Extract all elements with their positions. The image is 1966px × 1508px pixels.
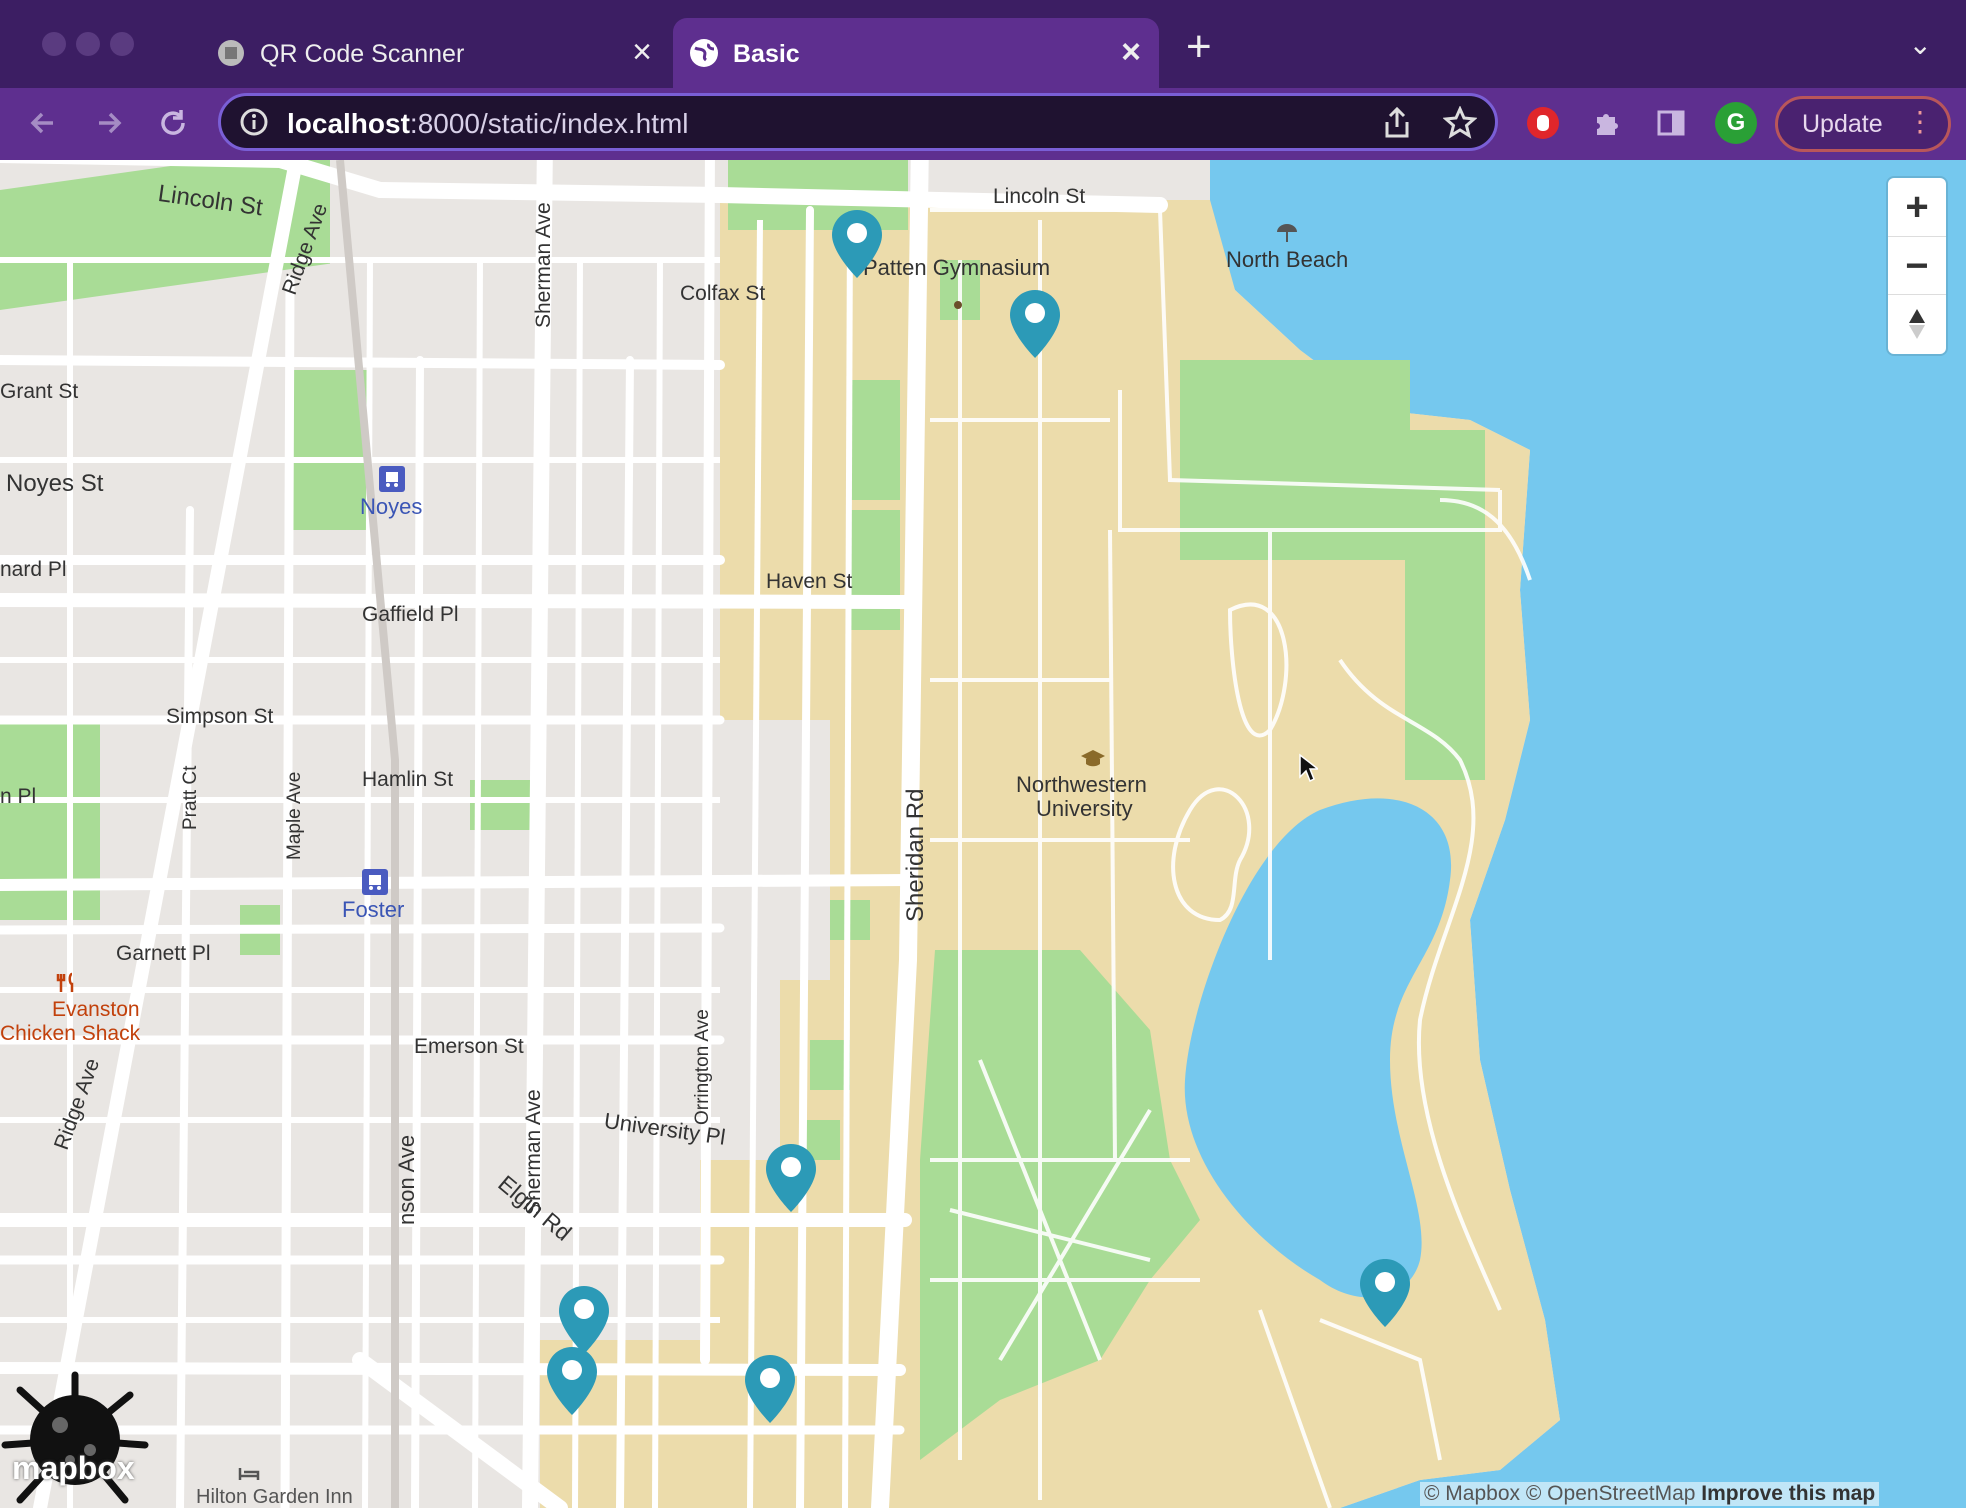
compass-icon (1909, 309, 1925, 339)
mapbox-logo[interactable]: mapbox (12, 1450, 135, 1487)
update-label: Update (1802, 109, 1883, 138)
street-label: Maple Ave (284, 771, 305, 860)
mapbox-logo-text: mapbox (12, 1450, 135, 1486)
street-label: Emerson St (414, 1035, 524, 1058)
url-host: localhost (287, 108, 410, 139)
site-info-icon[interactable] (239, 107, 269, 142)
improve-map-link[interactable]: Improve this map (1701, 1482, 1875, 1505)
page-favicon-icon (216, 38, 246, 68)
map-attribution: © Mapbox © OpenStreetMap Improve this ma… (1420, 1482, 1880, 1506)
restaurant-fork-knife-icon[interactable] (56, 972, 78, 994)
url-path: :8000/static/index.html (409, 108, 689, 139)
street-label: Colfax St (680, 282, 766, 305)
tab-search-chevron-icon[interactable]: ⌄ (1909, 28, 1932, 61)
street-label: Orrington Ave (692, 1009, 713, 1125)
back-arrow-icon[interactable] (20, 100, 66, 146)
adblock-extension-icon[interactable] (1522, 102, 1564, 144)
map-marker-pin[interactable] (1357, 1257, 1413, 1331)
zoom-out-button[interactable]: − (1888, 236, 1946, 295)
address-bar[interactable]: localhost:8000/static/index.html (218, 93, 1498, 151)
compass-reset-north-button[interactable] (1888, 294, 1946, 353)
poi-label-hotel: Hilton Garden Inn (196, 1486, 353, 1508)
street-label: Simpson St (166, 705, 274, 728)
map-marker-pin[interactable] (829, 208, 885, 282)
more-menu-icon[interactable]: ⋮ (1906, 105, 1934, 138)
station-label-noyes: Noyes (360, 494, 423, 519)
tab-qr-code-scanner[interactable]: QR Code Scanner × (200, 18, 670, 88)
close-tab-icon[interactable]: × (632, 33, 652, 72)
browser-toolbar: localhost:8000/static/index.html G Updat… (0, 88, 1966, 160)
mouse-cursor-icon (1299, 753, 1318, 783)
street-label: Gaffield Pl (362, 603, 459, 626)
map-marker-pin[interactable] (1007, 288, 1063, 362)
mapbox-attribution-link[interactable]: © Mapbox (1424, 1482, 1520, 1505)
tab-bar: QR Code Scanner × Basic × + ⌄ (0, 0, 1966, 88)
globe-icon (689, 38, 719, 68)
street-label: Sheridan Rd (902, 788, 929, 922)
bookmark-star-icon[interactable] (1442, 105, 1478, 145)
forward-arrow-icon[interactable] (86, 100, 132, 146)
street-label: Sherman Ave (532, 202, 555, 328)
street-label: Haven St (766, 570, 853, 593)
url-text: localhost:8000/static/index.html (287, 108, 689, 140)
map-marker-pin[interactable] (763, 1142, 819, 1216)
zoom-in-button[interactable]: + (1888, 178, 1946, 236)
osm-attribution-link[interactable]: © OpenStreetMap (1526, 1482, 1696, 1505)
street-label: Grant St (0, 380, 79, 403)
tab-title: QR Code Scanner (260, 40, 465, 68)
gym-poi-dot[interactable] (953, 300, 963, 310)
update-button[interactable]: Update ⋮ (1775, 96, 1951, 152)
window-minimize-dot[interactable] (76, 32, 100, 56)
street-label: Hamlin St (362, 768, 454, 791)
close-tab-icon[interactable]: × (1121, 33, 1141, 72)
place-label-patten-gym: Patten Gymnasium (863, 255, 1051, 280)
street-label: Noyes St (6, 470, 104, 497)
hotel-bed-icon[interactable] (238, 1462, 260, 1484)
street-label: Lincoln St (993, 185, 1086, 208)
train-station-icon[interactable] (377, 464, 407, 494)
share-icon[interactable] (1381, 106, 1413, 145)
street-label: nard Pl (0, 558, 67, 581)
street-label: Pratt Ct (180, 765, 201, 830)
university-cap-icon[interactable] (1080, 748, 1106, 768)
street-label: n Pl (0, 785, 37, 808)
street-label: Garnett Pl (116, 942, 211, 965)
map-navigation-control: + − (1888, 178, 1946, 354)
new-tab-plus-icon[interactable]: + (1186, 22, 1212, 72)
map-canvas[interactable]: Lincoln St Lincoln St Ridge Ave Ridge Av… (0, 160, 1966, 1508)
reload-icon[interactable] (150, 100, 196, 146)
tab-basic[interactable]: Basic × (673, 18, 1159, 88)
street-label: nson Ave (394, 1134, 419, 1225)
map-marker-pin[interactable] (544, 1345, 600, 1419)
profile-avatar[interactable]: G (1715, 102, 1757, 144)
poi-label-restaurant: Chicken Shack (0, 1022, 141, 1045)
puzzle-extensions-icon[interactable] (1586, 102, 1628, 144)
window-maximize-dot[interactable] (110, 32, 134, 56)
place-label-northwestern: Northwestern (1016, 772, 1147, 797)
side-panel-icon[interactable] (1650, 102, 1692, 144)
map-marker-pin[interactable] (742, 1353, 798, 1427)
train-station-icon[interactable] (360, 867, 390, 897)
station-label-foster: Foster (342, 897, 405, 922)
poi-label-restaurant: Evanston (52, 998, 140, 1021)
tab-title: Basic (733, 40, 800, 68)
place-label-north-beach: North Beach (1226, 247, 1349, 272)
window-close-dot[interactable] (42, 32, 66, 56)
place-label-university: University (1036, 796, 1133, 821)
beach-umbrella-icon[interactable] (1275, 220, 1299, 244)
